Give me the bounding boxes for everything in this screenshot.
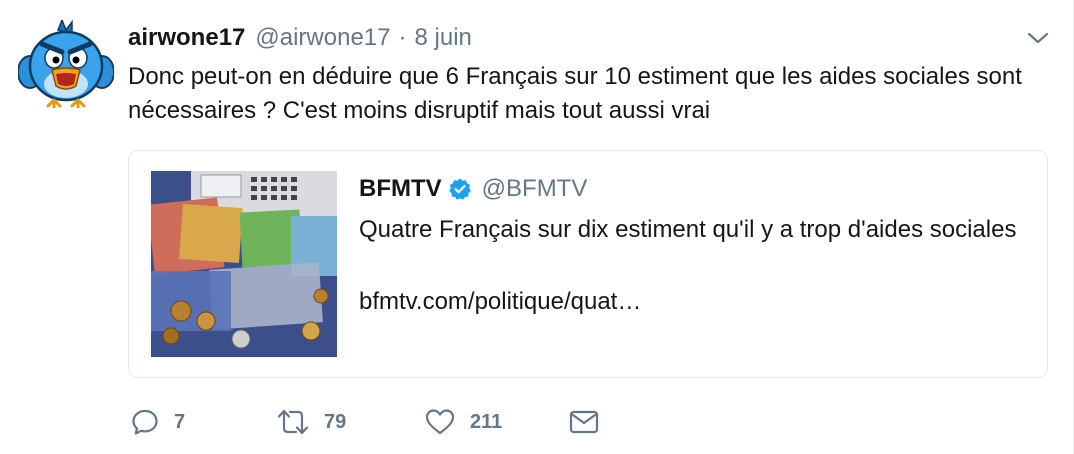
envelope-icon <box>568 407 600 437</box>
quoted-tweet-card[interactable]: BFMTV @BFMTV Quatre Français sur dix est… <box>128 150 1048 378</box>
retweet-button[interactable]: 79 <box>276 404 346 440</box>
reply-icon <box>130 407 160 437</box>
reply-count: 7 <box>174 410 186 433</box>
separator: · <box>398 24 407 51</box>
like-count: 211 <box>470 410 503 433</box>
retweet-icon <box>276 407 310 437</box>
direct-message-button[interactable] <box>568 404 600 440</box>
reply-button[interactable]: 7 <box>130 404 185 440</box>
retweet-count: 79 <box>324 410 347 433</box>
tweet-date[interactable]: 8 juin <box>415 24 472 52</box>
quoted-tweet-link[interactable]: bfmtv.com/politique/quat… <box>359 285 641 319</box>
like-button[interactable]: 211 <box>424 404 502 440</box>
verified-badge-icon <box>448 177 472 201</box>
author-name[interactable]: airwone17 <box>128 24 245 52</box>
tweet-header: airwone17 @airwone17 · 8 juin <box>128 24 472 54</box>
quoted-author-name[interactable]: BFMTV <box>359 175 442 203</box>
chevron-down-icon[interactable] <box>1026 30 1050 46</box>
author-handle[interactable]: @airwone17 <box>255 24 390 52</box>
quoted-tweet-text: Quatre Français sur dix estiment qu'il y… <box>359 216 1017 243</box>
quoted-author-handle[interactable]: @BFMTV <box>482 175 588 203</box>
quoted-tweet-header: BFMTV @BFMTV <box>359 175 587 203</box>
avatar[interactable] <box>17 17 115 109</box>
tweet[interactable]: airwone17 @airwone17 · 8 juin Donc peut-… <box>0 0 1074 454</box>
quoted-tweet-image <box>151 171 337 357</box>
tweet-text: Donc peut-on en déduire que 6 Français s… <box>128 63 1022 124</box>
heart-icon <box>424 407 456 437</box>
